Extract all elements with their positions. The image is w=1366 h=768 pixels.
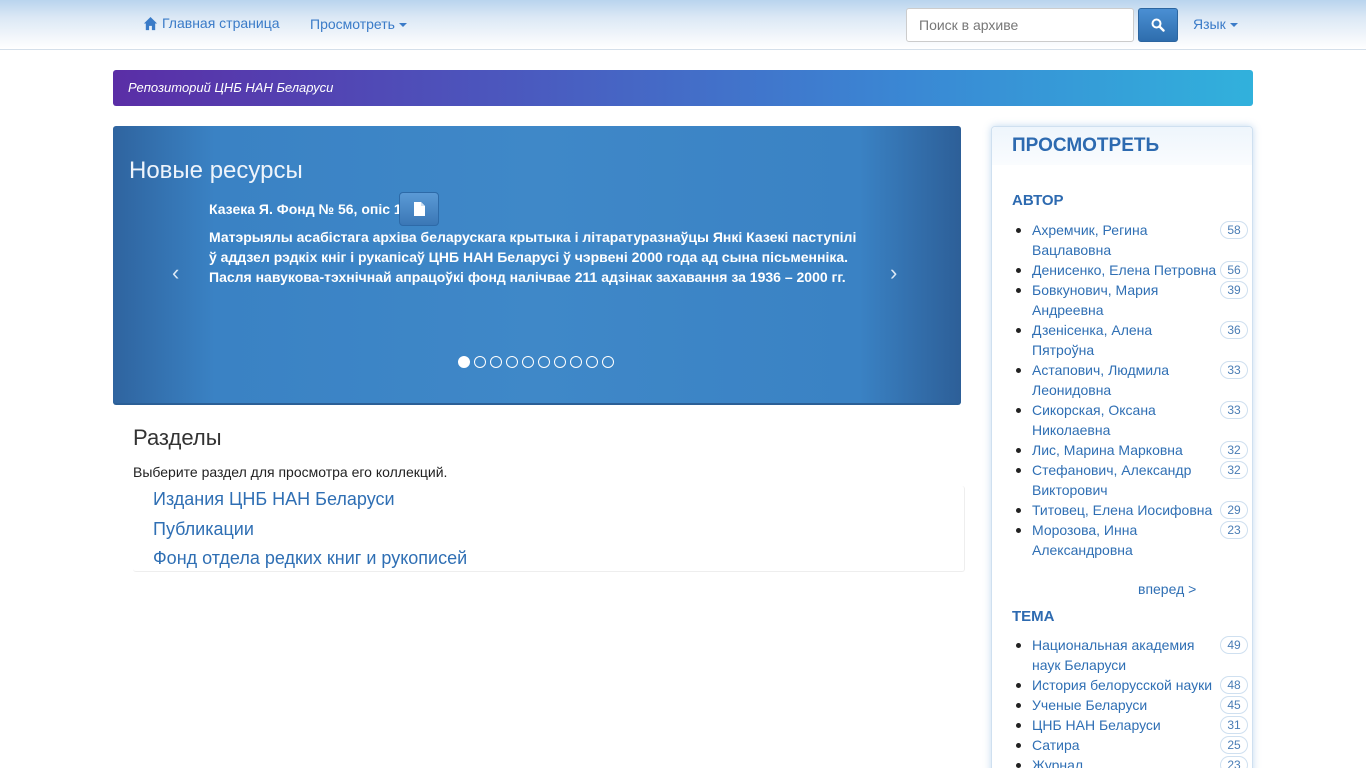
subject-facet-name: Национальная академия наук Беларуси <box>1032 637 1195 673</box>
carousel-indicator[interactable] <box>458 356 470 368</box>
subject-facet-item[interactable]: Ученые Беларуси 45 <box>1016 695 1248 715</box>
caret-down-icon <box>398 23 407 28</box>
document-icon <box>413 202 425 216</box>
new-resources-carousel: Новые ресурсы Казека Я. Фонд № 56, опіс … <box>113 126 961 405</box>
subject-facet-item[interactable]: Сатира 25 <box>1016 735 1248 755</box>
author-facet-item[interactable]: Дзенісенка, Алена Пятроўна 36 <box>1016 320 1248 360</box>
count-badge: 45 <box>1220 696 1248 714</box>
author-next-link[interactable]: вперед > <box>1138 581 1196 597</box>
author-facet-name: Дзенісенка, Алена Пятроўна <box>1032 322 1153 358</box>
author-facet-name: Ахремчик, Регина Вацлавовна <box>1032 222 1148 258</box>
count-badge: 48 <box>1220 676 1248 694</box>
subject-facet-item[interactable]: Национальная академия наук Беларуси 49 <box>1016 635 1248 675</box>
count-badge: 23 <box>1220 521 1248 539</box>
author-facet-item[interactable]: Сикорская, Оксана Николаевна 33 <box>1016 400 1248 440</box>
author-facet-list: Ахремчик, Регина Вацлавовна 58 Денисенко, … <box>1016 220 1248 560</box>
facet-title-author: АВТОР <box>1012 192 1064 209</box>
carousel-item-title[interactable]: Казека Я. Фонд № 56, опіс 1 <box>209 201 402 217</box>
carousel-title: Новые ресурсы <box>129 157 303 184</box>
section-link-cnb-editions[interactable]: Издания ЦНБ НАН Беларуси <box>153 489 395 510</box>
browse-sidebar: ПРОСМОТРЕТЬ АВТОР Ахремчик, Регина Вацла… <box>991 126 1253 768</box>
count-badge: 23 <box>1220 756 1248 768</box>
count-badge: 32 <box>1220 441 1248 459</box>
carousel-indicator[interactable] <box>490 356 502 368</box>
count-badge: 33 <box>1220 401 1248 419</box>
section-link-rare-books[interactable]: Фонд отдела редких книг и рукописей <box>153 548 467 569</box>
subject-facet-item[interactable]: Журнал 23 <box>1016 755 1248 768</box>
count-badge: 36 <box>1220 321 1248 339</box>
browse-menu[interactable]: Просмотреть <box>310 16 407 32</box>
count-badge: 49 <box>1220 636 1248 654</box>
carousel-indicator[interactable] <box>586 356 598 368</box>
author-facet-item[interactable]: Денисенко, Елена Петровна 56 <box>1016 260 1248 280</box>
language-menu[interactable]: Язык <box>1193 16 1238 32</box>
carousel-indicator[interactable] <box>474 356 486 368</box>
count-badge: 33 <box>1220 361 1248 379</box>
search-button[interactable] <box>1138 8 1178 42</box>
count-badge: 39 <box>1220 281 1248 299</box>
carousel-indicator[interactable] <box>554 356 566 368</box>
carousel-item-description: Матэрыялы асабістага архіва беларускага … <box>209 229 857 285</box>
author-facet-item[interactable]: Стефанович, Александр Викторович 32 <box>1016 460 1248 500</box>
sections-title: Разделы <box>133 425 222 450</box>
caret-down-icon <box>1229 23 1238 28</box>
sidebar-heading: ПРОСМОТРЕТЬ <box>1012 135 1160 156</box>
count-badge: 25 <box>1220 736 1248 754</box>
carousel-indicators <box>458 356 614 368</box>
carousel-prev-button[interactable]: ‹ <box>172 260 179 286</box>
search-icon <box>1151 18 1165 32</box>
view-document-button[interactable] <box>399 192 439 226</box>
carousel-indicator[interactable] <box>602 356 614 368</box>
count-badge: 29 <box>1220 501 1248 519</box>
carousel-indicator[interactable] <box>506 356 518 368</box>
author-facet-item[interactable]: Астапович, Людмила Леонидовна 33 <box>1016 360 1248 400</box>
subject-facet-name: Журнал <box>1032 757 1084 768</box>
author-facet-item[interactable]: Морозова, Инна Александровна 23 <box>1016 520 1248 560</box>
subject-facet-list: Национальная академия наук Беларуси 49 Ист… <box>1016 635 1248 768</box>
section-link-publications[interactable]: Публикации <box>153 519 254 540</box>
subject-facet-item[interactable]: ЦНБ НАН Беларуси 31 <box>1016 715 1248 735</box>
home-icon <box>143 16 158 30</box>
browse-menu-label: Просмотреть <box>310 16 395 32</box>
author-facet-name: Денисенко, Елена Петровна <box>1032 262 1217 278</box>
author-facet-name: Сикорская, Оксана Николаевна <box>1032 402 1156 438</box>
author-facet-name: Бовкунович, Мария Андреевна <box>1032 282 1159 318</box>
count-badge: 31 <box>1220 716 1248 734</box>
carousel-indicator[interactable] <box>522 356 534 368</box>
subject-facet-name: История белорусской науки <box>1032 677 1213 693</box>
author-facet-item[interactable]: Ахремчик, Регина Вацлавовна 58 <box>1016 220 1248 260</box>
author-facet-name: Лис, Марина Марковна <box>1032 442 1183 458</box>
author-facet-name: Стефанович, Александр Викторович <box>1032 462 1192 498</box>
author-facet-name: Титовец, Елена Иосифовна <box>1032 502 1213 518</box>
author-facet-name: Астапович, Людмила Леонидовна <box>1032 362 1170 398</box>
subject-facet-name: Сатира <box>1032 737 1080 753</box>
author-facet-item[interactable]: Титовец, Елена Иосифовна 29 <box>1016 500 1248 520</box>
count-badge: 58 <box>1220 221 1248 239</box>
author-facet-item[interactable]: Лис, Марина Марковна 32 <box>1016 440 1248 460</box>
repository-banner: Репозиторий ЦНБ НАН Беларуси <box>113 70 1253 106</box>
count-badge: 56 <box>1220 261 1248 279</box>
top-navbar: Главная страница Просмотреть Язык <box>0 0 1366 50</box>
home-link-label: Главная страница <box>162 15 280 31</box>
search-input[interactable] <box>906 8 1134 42</box>
author-facet-item[interactable]: Бовкунович, Мария Андреевна 39 <box>1016 280 1248 320</box>
banner-text: Репозиторий ЦНБ НАН Беларуси <box>128 80 334 95</box>
subject-facet-item[interactable]: История белорусской науки 48 <box>1016 675 1248 695</box>
carousel-indicator[interactable] <box>538 356 550 368</box>
sections-subtitle: Выберите раздел для просмотра его коллек… <box>133 464 448 480</box>
language-menu-label: Язык <box>1193 16 1226 32</box>
carousel-indicator[interactable] <box>570 356 582 368</box>
count-badge: 32 <box>1220 461 1248 479</box>
carousel-next-button[interactable]: › <box>890 260 897 286</box>
home-link[interactable]: Главная страница <box>143 15 280 31</box>
subject-facet-name: Ученые Беларуси <box>1032 697 1148 713</box>
subject-facet-name: ЦНБ НАН Беларуси <box>1032 717 1161 733</box>
facet-title-subject: ТЕМА <box>1012 608 1055 625</box>
author-facet-name: Морозова, Инна Александровна <box>1032 522 1138 558</box>
